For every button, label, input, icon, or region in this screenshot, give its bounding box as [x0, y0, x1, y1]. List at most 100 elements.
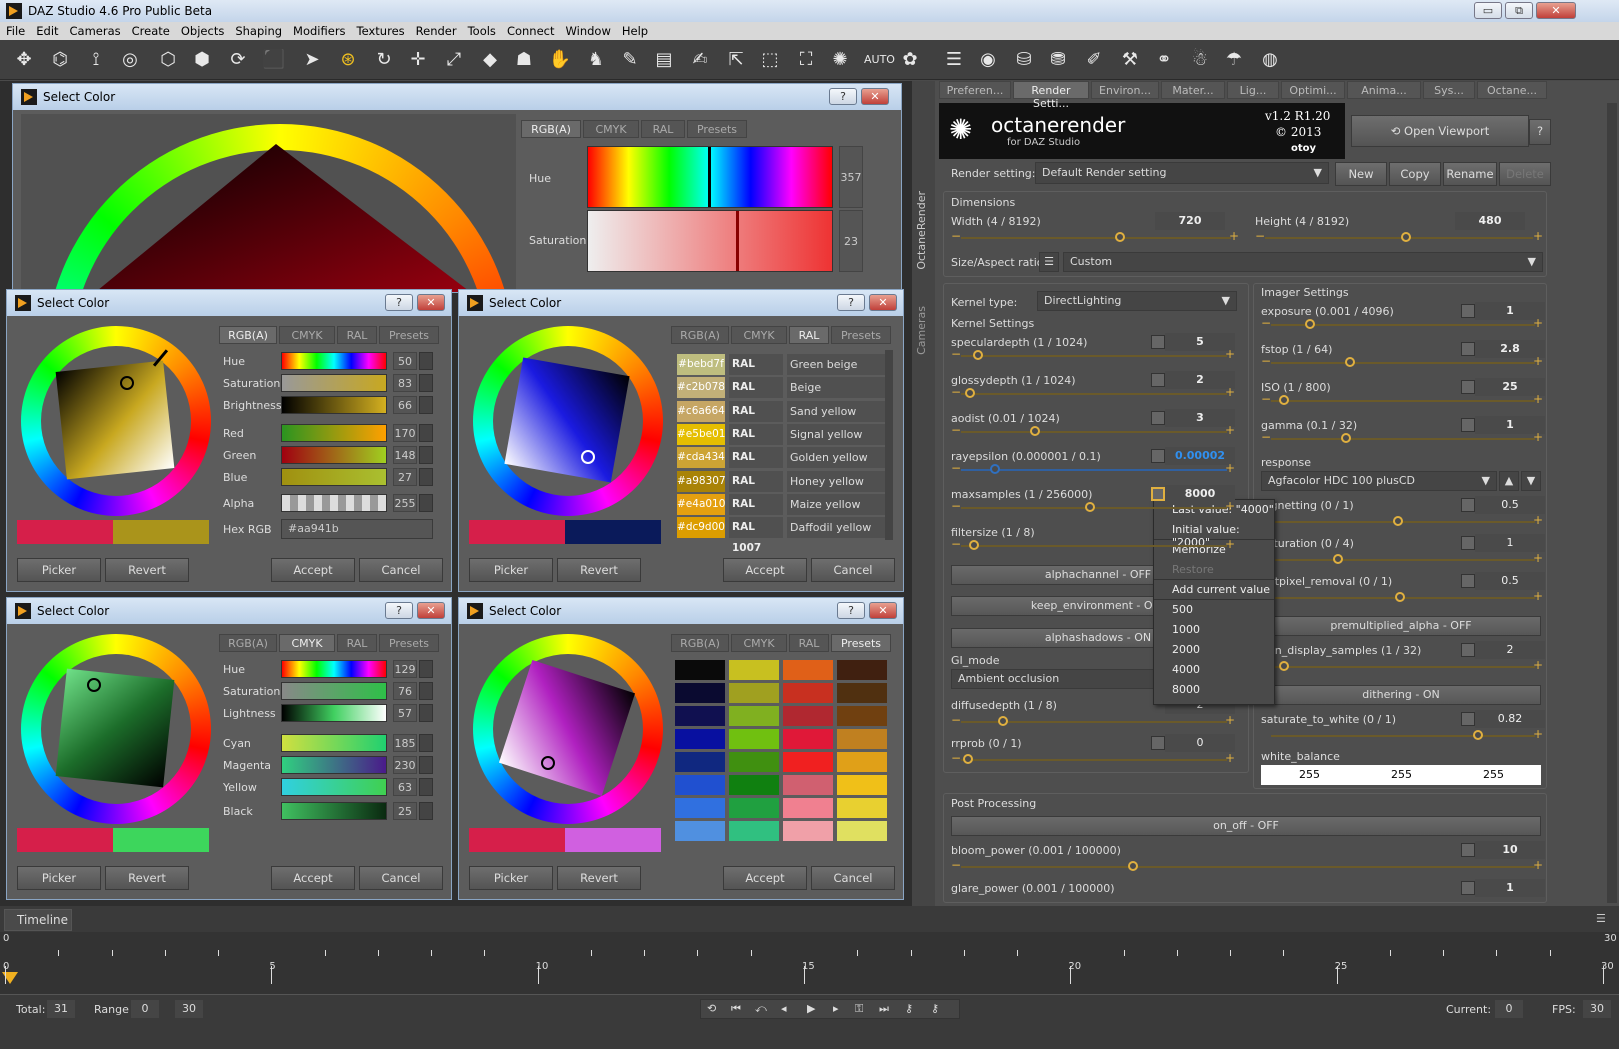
preset-swatch[interactable]	[837, 752, 887, 772]
picker-button[interactable]: Picker	[17, 558, 101, 582]
kernel-param-increment[interactable]: +	[1225, 385, 1235, 399]
menu-cameras[interactable]: Cameras	[64, 22, 126, 38]
tab-rgba[interactable]: RGB(A)	[219, 326, 277, 344]
tab-cmyk[interactable]: CMYK	[731, 326, 787, 344]
preset-swatch[interactable]	[837, 660, 887, 680]
kernel-param-slider[interactable]	[961, 545, 1227, 547]
kernel-param-increment[interactable]: +	[1225, 423, 1235, 437]
rrprob-options-button[interactable]	[1151, 736, 1165, 750]
height-value[interactable]: 480	[1455, 212, 1525, 230]
universal-tool-icon[interactable]: ✥	[12, 48, 36, 72]
menu-modifiers[interactable]: Modifiers	[287, 22, 351, 38]
tab-lig[interactable]: Lig...	[1227, 81, 1279, 99]
picker-button[interactable]: Picker	[469, 866, 553, 890]
preset-swatch[interactable]	[783, 729, 833, 749]
translate-tool-icon[interactable]: ✛	[406, 48, 430, 72]
bloom-slider[interactable]	[961, 866, 1535, 868]
white-balance-b[interactable]: 255	[1483, 768, 1504, 781]
rgba-channel-value[interactable]: 83	[393, 374, 417, 392]
tab-cmyk[interactable]: CMYK	[583, 120, 639, 138]
render-camera-icon[interactable]: ⛶	[794, 48, 818, 72]
accept-button[interactable]: Accept	[723, 866, 807, 890]
saturation-increment[interactable]: +	[1533, 551, 1543, 565]
octane-icon[interactable]: ✺	[828, 48, 852, 72]
tab-cmyk[interactable]: CMYK	[279, 634, 335, 652]
rgba-channel-bar[interactable]	[281, 374, 387, 392]
tab-sys[interactable]: Sys...	[1423, 81, 1475, 99]
color-cursor[interactable]	[541, 756, 555, 770]
preset-swatch[interactable]	[729, 729, 779, 749]
kernel-param-slider[interactable]	[961, 431, 1227, 433]
menu-file[interactable]: File	[0, 22, 30, 38]
tab-anima[interactable]: Anima...	[1347, 81, 1421, 99]
height-slider-knob[interactable]	[1401, 232, 1411, 242]
saturate-to-white-value[interactable]: 0.82	[1475, 710, 1545, 728]
node-select-icon[interactable]: ⌬	[48, 48, 72, 72]
kernel-param-increment[interactable]: +	[1225, 537, 1235, 551]
imager-param-knob[interactable]	[1305, 319, 1315, 329]
side-tab-cameras[interactable]: Cameras	[915, 306, 928, 355]
menu-edit[interactable]: Edit	[30, 22, 63, 38]
cmyk-channel-bar[interactable]	[281, 704, 387, 722]
panel-menu-icon[interactable]: ☰	[1596, 912, 1606, 925]
select-arrow-icon[interactable]: ⇱	[724, 48, 748, 72]
context-menu-item[interactable]: 2000	[1154, 640, 1274, 660]
color-cursor[interactable]	[120, 376, 134, 390]
tab-octane[interactable]: Octane...	[1477, 81, 1547, 99]
saturate-to-white-knob[interactable]	[1473, 730, 1483, 740]
min-display-value[interactable]: 2	[1475, 641, 1545, 659]
menu-render[interactable]: Render	[410, 22, 462, 38]
tab-ral[interactable]: RAL	[337, 634, 377, 652]
vignetting-value[interactable]: 0.5	[1475, 496, 1545, 514]
hue-value[interactable]: 357	[839, 146, 863, 208]
kernel-param-decrement[interactable]: −	[951, 461, 961, 475]
imager-param-slider[interactable]	[1271, 438, 1535, 440]
diffusedepth-knob[interactable]	[998, 716, 1008, 726]
saturate-to-white-increment[interactable]: +	[1533, 727, 1543, 741]
tab-rgba[interactable]: RGB(A)	[671, 634, 729, 652]
rgba-channel-bar[interactable]	[281, 396, 387, 414]
imager-param-decrement[interactable]: −	[1261, 316, 1271, 330]
saturation-value[interactable]: 1	[1475, 534, 1545, 552]
min-display-increment[interactable]: +	[1533, 658, 1543, 672]
bloom-increment[interactable]: +	[1533, 858, 1543, 872]
revert-button[interactable]: Revert	[105, 866, 189, 890]
context-menu-item[interactable]: 1000	[1154, 620, 1274, 640]
cmyk-channel-bar[interactable]	[281, 660, 387, 678]
imager-param-knob[interactable]	[1279, 395, 1289, 405]
cancel-button[interactable]: Cancel	[811, 866, 895, 890]
ral-row[interactable]: #a98307RAL 1005Honey yellow	[677, 470, 887, 508]
kernel-param-knob[interactable]	[990, 464, 1000, 474]
total-input[interactable]: 31	[46, 999, 76, 1019]
skip-end-icon[interactable]: ⏭	[879, 1002, 889, 1016]
preset-swatch[interactable]	[729, 683, 779, 703]
response-down-button[interactable]: ▼	[1521, 471, 1541, 491]
kernel-param-knob[interactable]	[969, 540, 979, 550]
menu-window[interactable]: Window	[560, 22, 616, 38]
active-pose-icon[interactable]: ♞	[584, 48, 608, 72]
octane-render-icon[interactable]: ✿	[898, 48, 922, 72]
imager-param-decrement[interactable]: −	[1261, 354, 1271, 368]
cmyk-channel-value[interactable]: 57	[393, 704, 417, 722]
saturation-value[interactable]: 23	[839, 210, 863, 272]
help-button[interactable]: ?	[837, 602, 865, 619]
globe-icon[interactable]: ◍	[1258, 48, 1282, 72]
saturate-to-white-slider[interactable]	[1271, 735, 1535, 737]
joint-editor-icon[interactable]: ⟟	[84, 48, 108, 72]
ral-scrollbar[interactable]	[885, 350, 893, 540]
skip-start-icon[interactable]: ⏮	[731, 1002, 741, 1016]
width-value[interactable]: 720	[1155, 212, 1225, 230]
width-slider-knob[interactable]	[1115, 232, 1125, 242]
context-menu-item[interactable]: 8000	[1154, 680, 1274, 700]
key-forward-icon[interactable]: ⚿	[855, 1002, 863, 1016]
close-dialog-button[interactable]: ✕	[417, 294, 445, 311]
rgba-channel-spinner[interactable]	[419, 446, 433, 464]
preset-swatch[interactable]	[729, 752, 779, 772]
paint-tool-icon[interactable]: ✍	[688, 48, 712, 72]
cmyk-channel-value[interactable]: 230	[393, 756, 417, 774]
cmyk-channel-bar[interactable]	[281, 778, 387, 796]
menu-shaping[interactable]: Shaping	[229, 22, 287, 38]
imager-param-slider[interactable]	[1271, 400, 1535, 402]
cmyk-channel-value[interactable]: 76	[393, 682, 417, 700]
remove-key-icon[interactable]: ⚷	[931, 1002, 939, 1015]
